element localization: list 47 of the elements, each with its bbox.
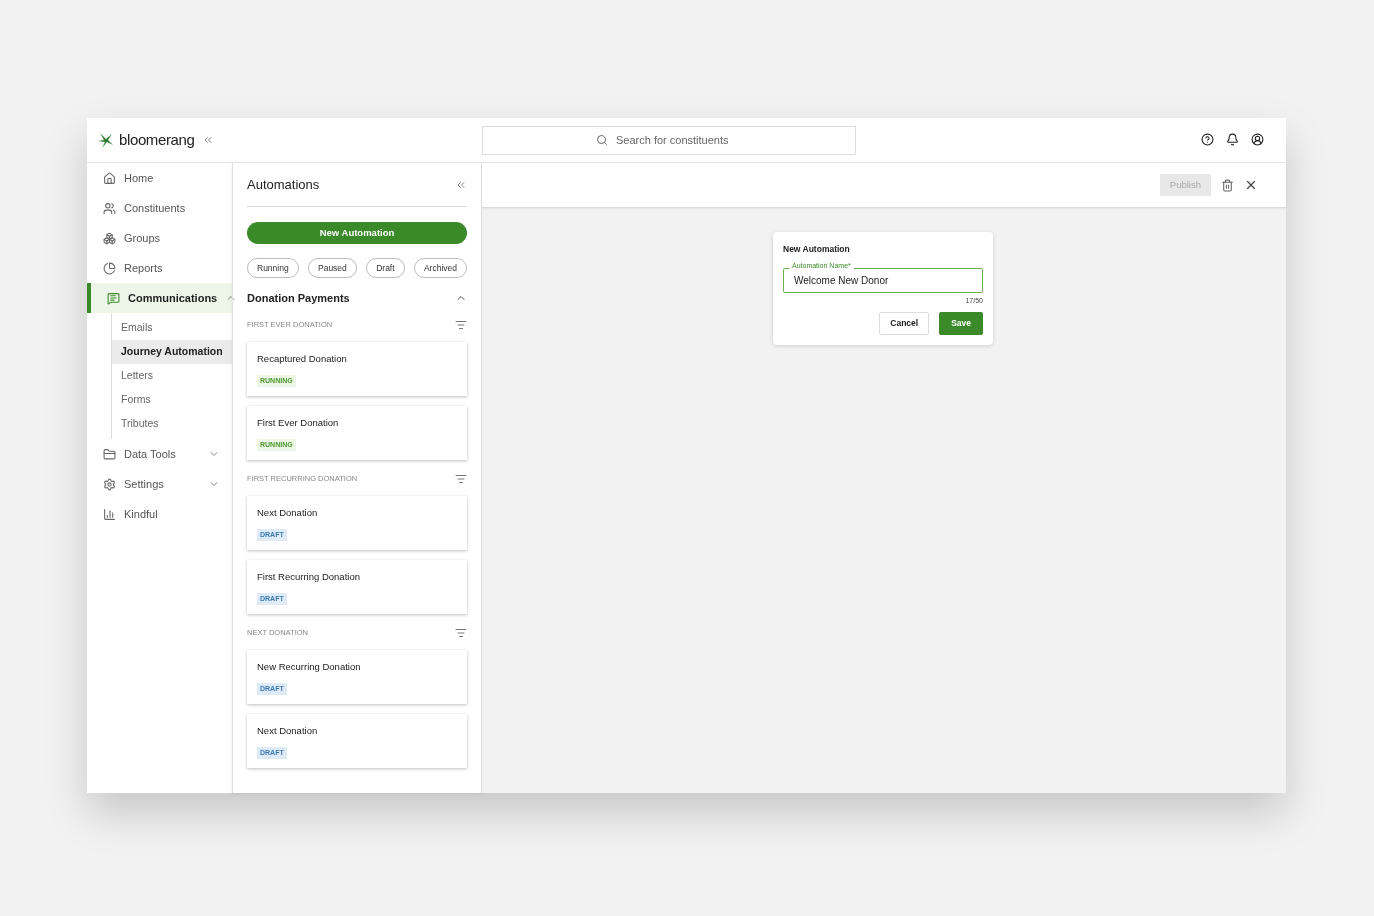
help-icon[interactable] <box>1201 133 1214 146</box>
sidebar-subitem[interactable]: Letters <box>112 364 232 388</box>
card-title: Next Donation <box>257 506 319 520</box>
sidebar-item[interactable]: Communications <box>87 283 232 313</box>
group-title: Donation Payments <box>247 290 350 306</box>
sort-icon[interactable] <box>455 473 467 485</box>
sidebar-item[interactable]: Data Tools <box>87 439 232 469</box>
brand-name: bloomerang <box>119 129 195 150</box>
sort-icon[interactable] <box>455 627 467 639</box>
sidebar-subitem[interactable]: Emails <box>112 316 232 340</box>
sidebar-item[interactable]: Home <box>87 163 232 193</box>
people-icon <box>103 201 116 215</box>
sort-icon[interactable] <box>455 319 467 331</box>
card-title: Recaptured Donation <box>257 352 348 366</box>
sidebar-item[interactable]: Settings <box>87 469 232 499</box>
pie-chart-icon <box>103 261 116 275</box>
card-title: New Recurring Donation <box>257 660 362 674</box>
message-icon <box>107 291 120 305</box>
card-title: First Ever Donation <box>257 416 340 430</box>
sidebar-subitem[interactable]: Tributes <box>112 412 232 436</box>
cancel-button[interactable]: Cancel <box>879 312 930 336</box>
sidebar-subitem[interactable]: Forms <box>112 388 232 412</box>
close-icon[interactable] <box>1244 178 1258 192</box>
trash-icon[interactable] <box>1221 178 1234 192</box>
home-icon <box>103 171 116 185</box>
sidebar-item[interactable]: Constituents <box>87 193 232 223</box>
save-button[interactable]: Save <box>939 312 983 336</box>
collapse-icon[interactable] <box>202 134 215 146</box>
automation-name-field[interactable]: Welcome New Donor <box>783 267 983 293</box>
bar-chart-icon <box>103 507 116 521</box>
account-icon[interactable] <box>1251 133 1264 146</box>
cluster-icon <box>103 231 116 245</box>
card-title: First Recurring Donation <box>257 570 361 584</box>
logo-icon <box>97 131 115 149</box>
dialog-title: New Automation <box>783 243 851 256</box>
card-title: Next Donation <box>257 724 319 738</box>
search-icon <box>596 133 608 146</box>
sidebar-item[interactable]: Kindful <box>87 499 232 529</box>
new-automation-button[interactable]: New Automation <box>247 222 467 244</box>
search-field[interactable]: Search for constituents <box>482 125 856 155</box>
sidebar-item[interactable]: Reports <box>87 253 232 283</box>
sidebar-subitem[interactable]: Journey Automation <box>112 340 232 364</box>
sidebar-item[interactable]: Groups <box>87 223 232 253</box>
settings-icon <box>103 477 116 491</box>
bell-icon[interactable] <box>1226 133 1239 146</box>
panel-title: Automations <box>247 175 320 194</box>
folder-icon <box>103 447 116 461</box>
